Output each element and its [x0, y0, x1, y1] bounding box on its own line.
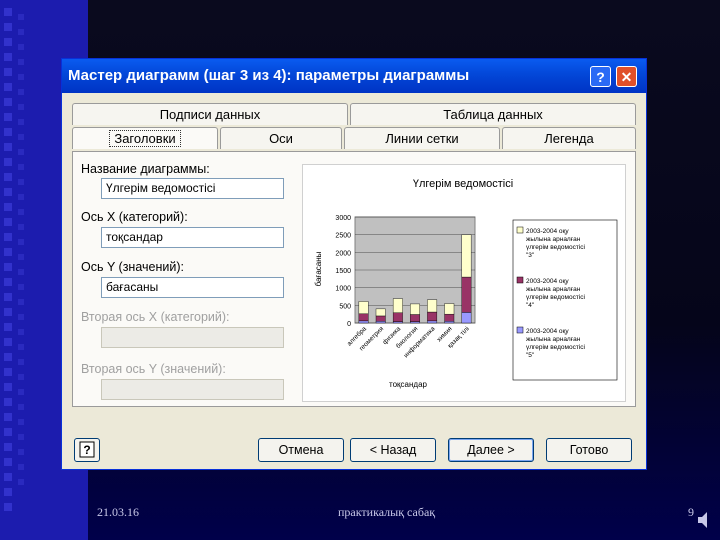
y-tick-label: 2500 [335, 233, 351, 240]
bar-segment [444, 313, 455, 322]
y-tick-label: 1000 [335, 286, 351, 293]
chart-title-field[interactable]: Үлгерім ведомостісі [101, 178, 284, 199]
y-axis-field[interactable]: бағасаны [101, 277, 284, 298]
help-icon: ? [79, 441, 95, 458]
tab-label: Таблица данных [443, 107, 543, 122]
bar-segment [444, 303, 455, 315]
bar-segment [392, 312, 403, 322]
y-tick-label: 0 [347, 321, 351, 328]
chart-preview: Үлгерім ведомостісі 3000 2500 2000 1500 1000… [302, 164, 626, 402]
bar-segment [375, 315, 386, 322]
bar-segment [358, 320, 369, 324]
tab-gridlines[interactable]: Линии сетки [344, 127, 500, 149]
tab-data-table[interactable]: Таблица данных [350, 103, 636, 125]
bar-segment [427, 320, 438, 324]
bar-segment [392, 321, 403, 324]
bar-segment [410, 303, 420, 315]
legend-swatch [516, 226, 524, 234]
y-tick-label: 2000 [335, 250, 351, 257]
bar-segment [427, 311, 438, 322]
tab-titles[interactable]: Заголовки [72, 127, 218, 149]
tab-axes[interactable]: Оси [220, 127, 342, 149]
bar-segment [461, 276, 472, 313]
chart-title-label: Название диаграммы: [81, 162, 210, 176]
bar-segment [358, 301, 369, 315]
dialog-title: Мастер диаграмм (шаг 3 из 4): параметры … [68, 67, 470, 84]
legend-swatch [516, 326, 524, 334]
title-bar[interactable]: Мастер диаграмм (шаг 3 из 4): параметры … [62, 59, 646, 93]
chart-svg: Үлгерім ведомостісі 3000 2500 2000 1500 1000… [314, 178, 618, 389]
tab-legend[interactable]: Легенда [502, 127, 636, 149]
tab-label: Оси [269, 131, 293, 146]
x-axis-label: Ось X (категорий): [81, 210, 188, 224]
bar-segment [444, 321, 455, 324]
bar-segment [410, 314, 420, 322]
chart-title: Үлгерім ведомостісі [413, 178, 513, 190]
x-tick-label: информатика [403, 325, 437, 359]
secondary-x-axis-label: Вторая ось X (категорий): [81, 310, 230, 324]
bar-segment [358, 313, 369, 322]
x-axis-title: тоқсандар [389, 380, 428, 389]
back-button[interactable]: < Назад [350, 438, 436, 462]
bar-segment [410, 321, 420, 324]
chart-wizard-dialog: Мастер диаграмм (шаг 3 из 4): параметры … [61, 58, 647, 470]
bar-segment [375, 321, 386, 324]
decoration-squares [4, 8, 14, 528]
tab-label: Подписи данных [159, 107, 261, 122]
footer-caption: практикалық сабақ [338, 505, 436, 519]
tab-data-labels[interactable]: Подписи данных [72, 103, 348, 125]
page-number: 9 [688, 505, 694, 519]
tab-label: Линии сетки [385, 131, 459, 146]
tab-label: Легенда [544, 131, 594, 146]
secondary-y-axis-field [101, 379, 284, 400]
y-tick-label: 3000 [335, 215, 351, 222]
tab-label: Заголовки [109, 130, 181, 147]
close-icon[interactable]: ✕ [616, 66, 637, 87]
help-icon[interactable]: ? [590, 66, 611, 87]
bar-segment [375, 308, 386, 317]
footer-date: 21.03.16 [97, 505, 139, 519]
help-button[interactable]: ? [74, 438, 100, 462]
finish-button[interactable]: Готово [546, 438, 632, 462]
x-axis-field[interactable]: тоқсандар [101, 227, 284, 248]
secondary-y-axis-label: Вторая ось Y (значений): [81, 362, 226, 376]
y-axis-title: бағасаны [314, 251, 323, 286]
help-glyph: ? [83, 443, 90, 457]
next-button[interactable]: Далее > [448, 438, 534, 462]
y-tick-label: 500 [339, 303, 351, 310]
speaker-icon[interactable] [697, 510, 711, 530]
y-tick-label: 1500 [335, 268, 351, 275]
secondary-x-axis-field [101, 327, 284, 348]
bar-segment [427, 299, 438, 313]
bar-segment [461, 234, 472, 278]
decoration-squares-small [18, 14, 28, 534]
bar-segment [461, 312, 472, 324]
y-axis-label: Ось Y (значений): [81, 260, 184, 274]
legend-swatch [516, 276, 524, 284]
cancel-button[interactable]: Отмена [258, 438, 344, 462]
bar-segment [392, 298, 403, 313]
